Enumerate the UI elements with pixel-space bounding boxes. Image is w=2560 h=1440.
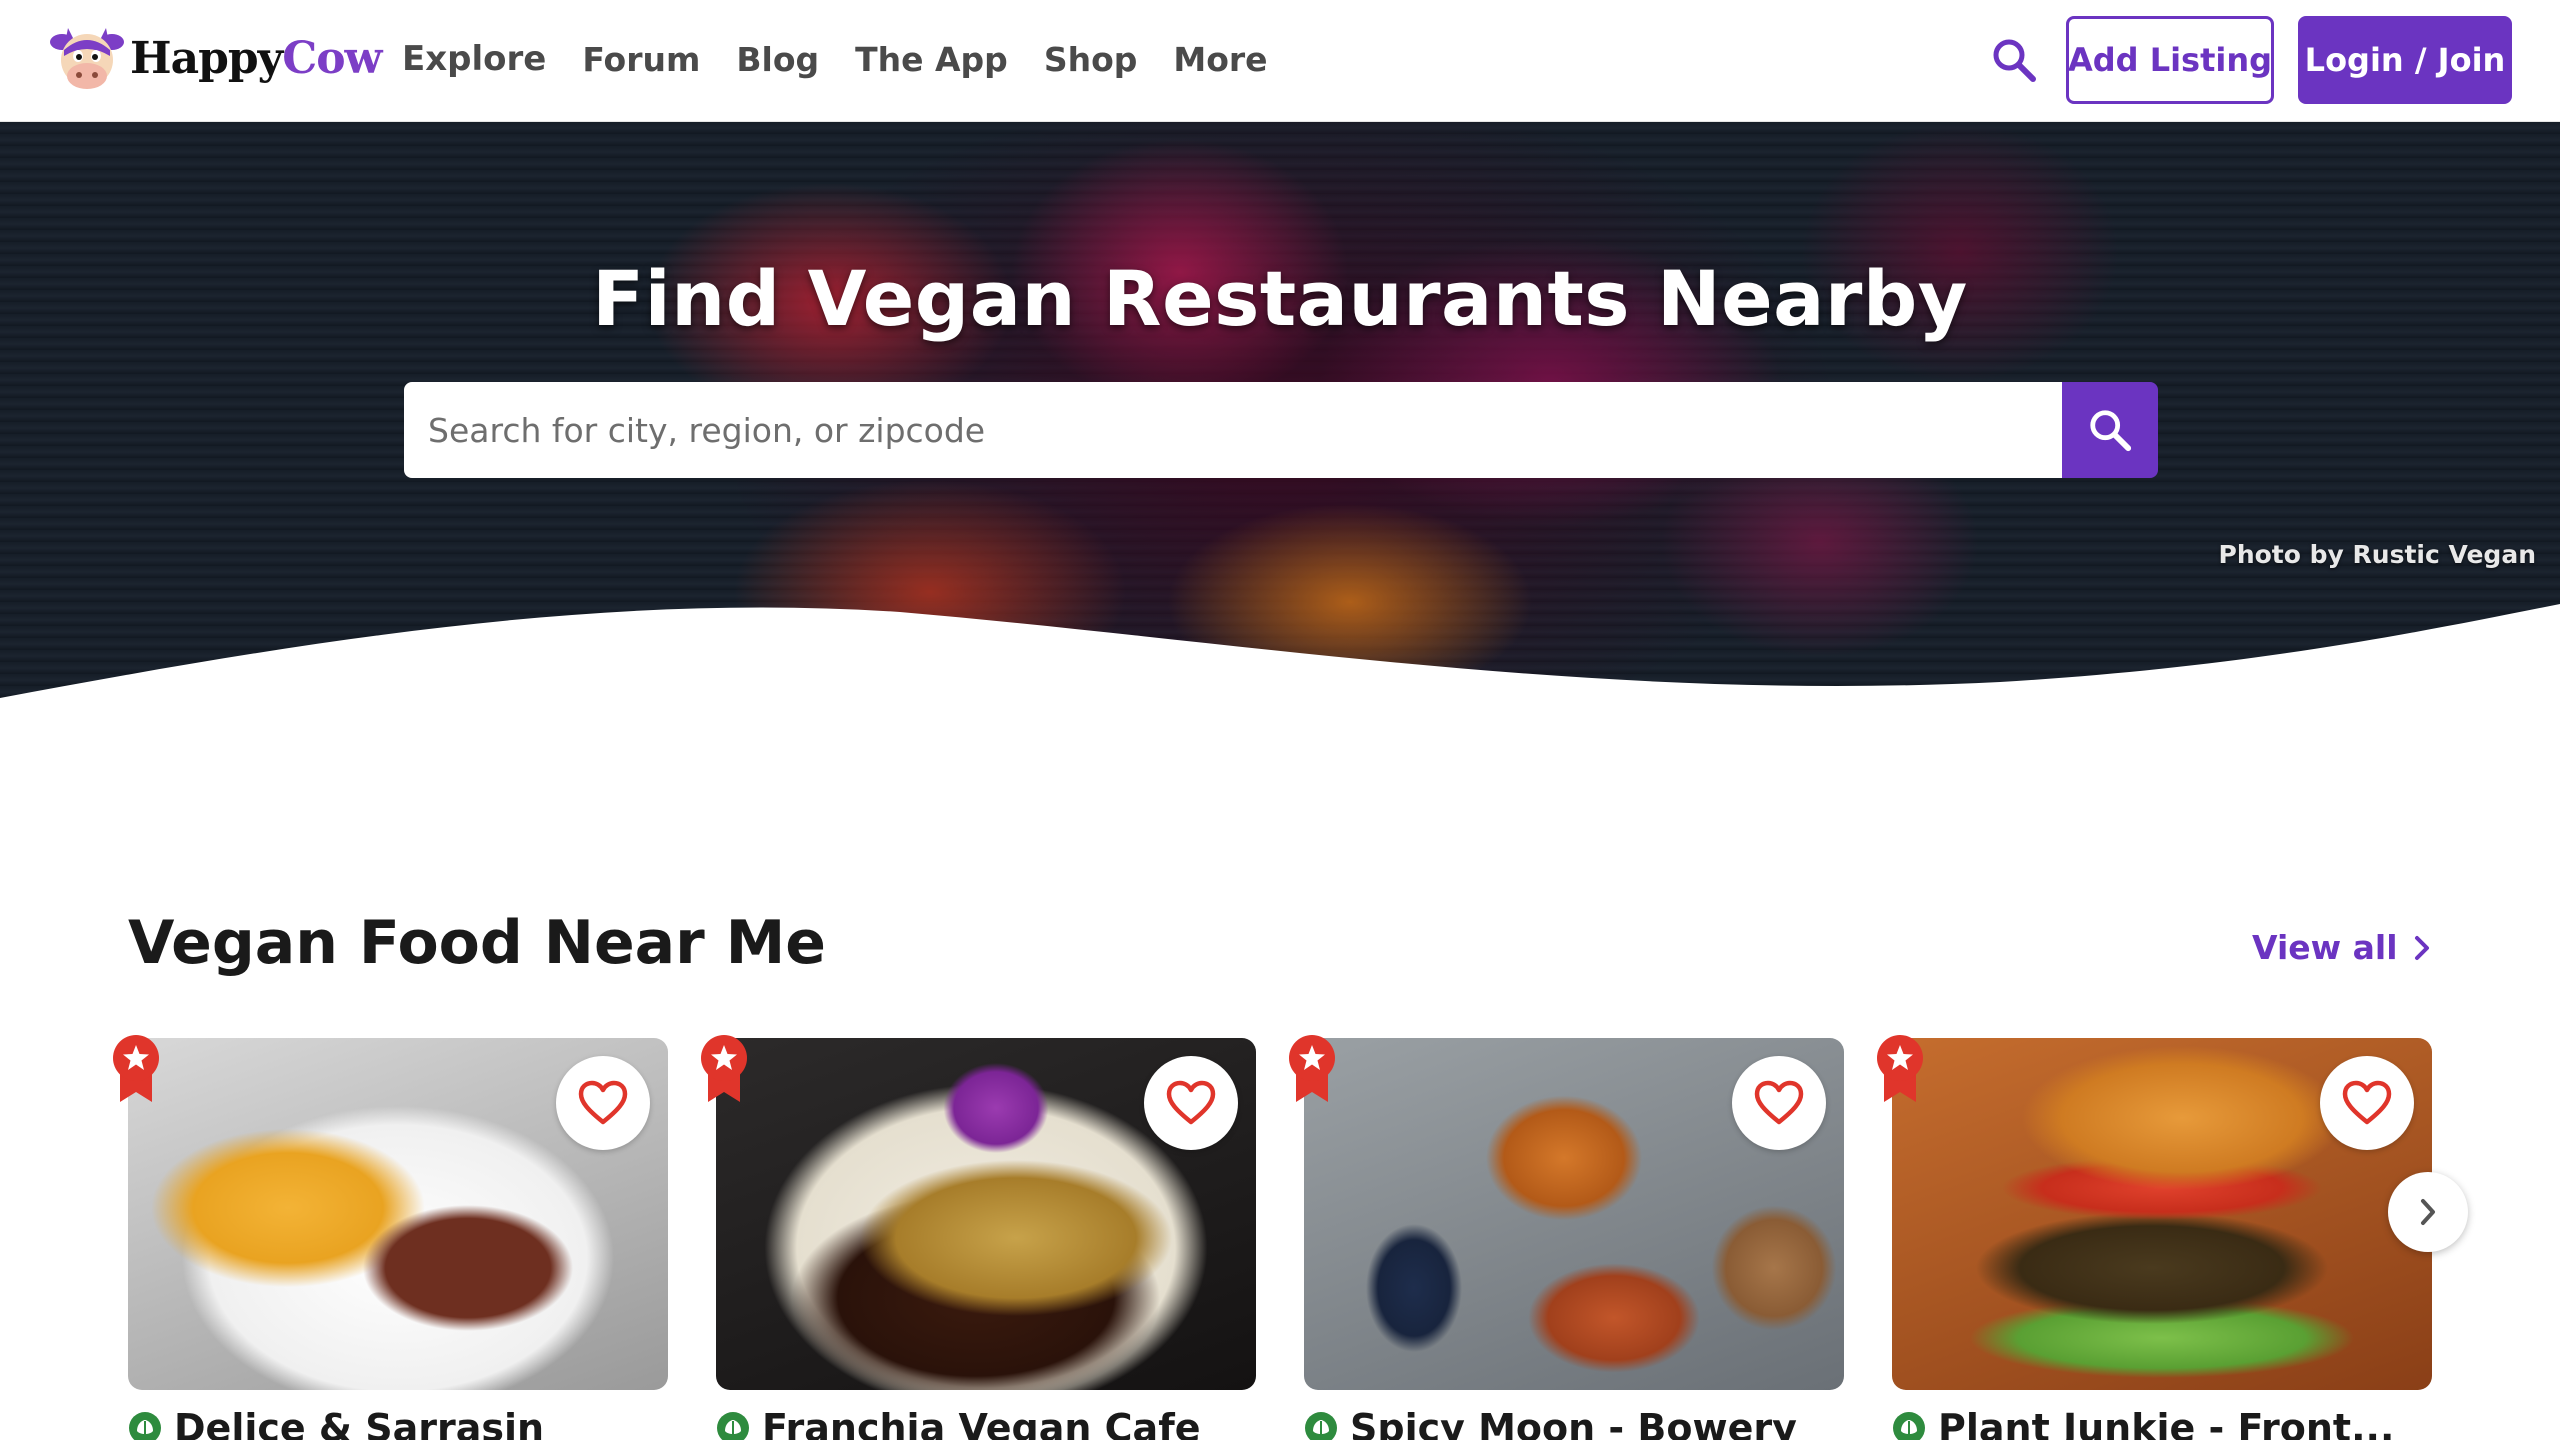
nav-the-app[interactable]: The App: [855, 40, 1008, 79]
view-all-label: View all: [2252, 928, 2398, 967]
restaurant-photo[interactable]: [1304, 1038, 1844, 1390]
heart-icon: [1166, 1080, 1216, 1125]
vegan-leaf-icon: [1305, 1412, 1337, 1440]
nav-explore[interactable]: Explore: [402, 39, 546, 79]
heart-icon: [2342, 1080, 2392, 1125]
search-icon: [2090, 410, 2132, 452]
restaurant-name-label: Delice & Sarrasin: [174, 1406, 545, 1440]
heart-icon: [578, 1080, 628, 1125]
favorite-button[interactable]: [1732, 1056, 1826, 1150]
featured-badge-icon: [1877, 1035, 1923, 1102]
restaurant-name[interactable]: Delice & Sarrasin: [128, 1406, 668, 1440]
featured-badge-icon: [701, 1035, 747, 1102]
vegan-leaf-icon: [717, 1412, 749, 1440]
carousel-next-button[interactable]: [2388, 1172, 2468, 1252]
logo-wordmark: HappyCow: [130, 32, 382, 84]
photo-credit[interactable]: Photo by Rustic Vegan: [2180, 540, 2537, 569]
happycow-logo[interactable]: HappyCow: [46, 18, 382, 98]
restaurant-card[interactable]: Spicy Moon - Bowery: [1289, 1035, 1844, 1440]
logo-word-cow: Cow: [282, 32, 382, 84]
favorite-button[interactable]: [556, 1056, 650, 1150]
restaurant-carousel: Delice & Sarrasin Franchia Vegan Cafe Sp…: [113, 1035, 2432, 1440]
restaurant-photo[interactable]: [128, 1038, 668, 1390]
top-header: HappyCow Explore Forum Blog The App Shop…: [0, 0, 2560, 122]
location-search-input[interactable]: [428, 410, 2062, 450]
main-nav: Explore Forum Blog The App Shop More: [402, 30, 1268, 88]
nav-more[interactable]: More: [1173, 40, 1267, 79]
location-search-box: [404, 382, 2062, 478]
featured-badge-icon: [1289, 1035, 1335, 1102]
nav-forum[interactable]: Forum: [582, 40, 700, 79]
nav-blog[interactable]: Blog: [736, 40, 819, 79]
hero-title: Find Vegan Restaurants Nearby: [592, 254, 1968, 343]
featured-badge-icon: [113, 1035, 159, 1102]
nav-shop[interactable]: Shop: [1044, 40, 1138, 79]
location-search-submit[interactable]: [2062, 382, 2158, 478]
header-search-button[interactable]: [1984, 30, 2044, 90]
heart-icon: [1754, 1080, 1804, 1125]
favorite-button[interactable]: [2320, 1056, 2414, 1150]
restaurant-name[interactable]: Spicy Moon - Bowery: [1304, 1406, 1844, 1440]
restaurant-card[interactable]: Delice & Sarrasin: [113, 1035, 668, 1440]
restaurant-photo[interactable]: [716, 1038, 1256, 1390]
chevron-right-icon: [2414, 935, 2429, 960]
section-title: Vegan Food Near Me: [128, 908, 826, 978]
vegan-leaf-icon: [1893, 1412, 1925, 1440]
cow-mascot-icon: [46, 20, 128, 96]
search-icon: [1993, 39, 2036, 82]
add-listing-button[interactable]: Add Listing: [2066, 16, 2274, 104]
restaurant-name-label: Franchia Vegan Cafe: [762, 1406, 1201, 1440]
favorite-button[interactable]: [1144, 1056, 1238, 1150]
restaurant-name-label: Plant Junkie - Front...: [1938, 1406, 2395, 1440]
login-join-button[interactable]: Login / Join: [2298, 16, 2512, 104]
hero-banner: Find Vegan Restaurants Nearby Photo by R…: [0, 122, 2560, 702]
view-all-link[interactable]: View all: [2252, 928, 2432, 967]
logo-word-happy: Happy: [130, 32, 283, 84]
restaurant-name-label: Spicy Moon - Bowery: [1350, 1406, 1797, 1440]
restaurant-photo[interactable]: [1892, 1038, 2432, 1390]
restaurant-name[interactable]: Franchia Vegan Cafe: [716, 1406, 1256, 1440]
vegan-leaf-icon: [129, 1412, 161, 1440]
chevron-right-icon: [2421, 1199, 2435, 1225]
restaurant-card[interactable]: Plant Junkie - Front...: [1877, 1035, 2432, 1440]
restaurant-name[interactable]: Plant Junkie - Front...: [1892, 1406, 2432, 1440]
restaurant-card[interactable]: Franchia Vegan Cafe: [701, 1035, 1256, 1440]
